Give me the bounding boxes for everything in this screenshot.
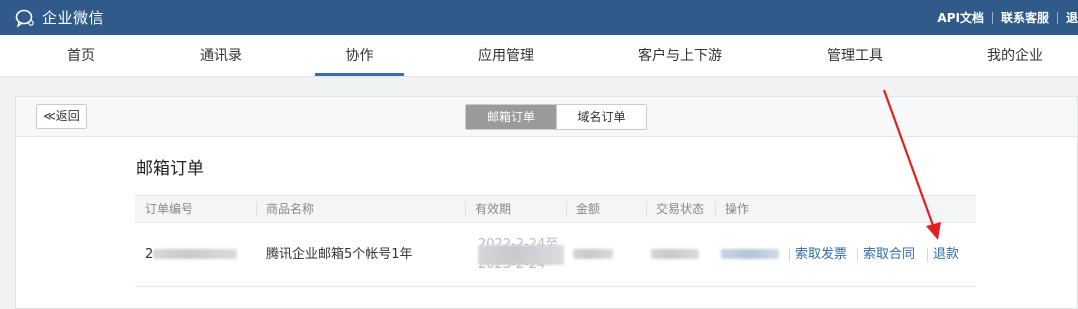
- order-type-switch: 邮箱订单 域名订单: [465, 104, 647, 130]
- divider: [857, 248, 858, 262]
- col-product-name: 商品名称: [266, 202, 315, 216]
- active-nav-indicator: [315, 73, 404, 76]
- nav-item-home[interactable]: 首页: [38, 35, 124, 77]
- logout-link[interactable]: 退: [1058, 9, 1078, 26]
- api-docs-link[interactable]: API文档: [929, 9, 992, 26]
- nav-item-contacts[interactable]: 通讯录: [176, 35, 266, 77]
- divider: [927, 248, 928, 262]
- tab-domain-orders[interactable]: 域名订单: [556, 105, 646, 129]
- content-panel: ≪返回 邮箱订单 域名订单 邮箱订单 订单编号 商品名称 有效期 金额 交易状态…: [15, 96, 1078, 309]
- table-row: 2 腾讯企业邮箱5个帐号1年 2022-2-24至2023-2-24 索取发票 …: [135, 223, 976, 287]
- divider: [256, 202, 257, 216]
- nav-item-customers[interactable]: 客户与上下游: [620, 35, 740, 77]
- page-title: 邮箱订单: [136, 159, 204, 179]
- brand[interactable]: 企业微信: [14, 0, 104, 35]
- divider: [566, 202, 567, 216]
- wecom-logo-icon: [15, 9, 34, 28]
- tab-mailbox-orders[interactable]: 邮箱订单: [466, 105, 556, 129]
- redacted-validity: [478, 245, 564, 265]
- redacted-amount: [573, 249, 613, 259]
- table-header: 订单编号 商品名称 有效期 金额 交易状态 操作: [135, 195, 976, 223]
- col-amount: 金额: [576, 202, 601, 216]
- refund-link[interactable]: 退款: [933, 223, 959, 287]
- top-links: API文档 联系客服 退: [929, 0, 1078, 35]
- redacted-order-id: [153, 249, 237, 259]
- request-invoice-link[interactable]: 索取发票: [795, 223, 847, 287]
- top-bar: 企业微信 API文档 联系客服 退: [0, 0, 1078, 35]
- redacted-status: [651, 249, 699, 259]
- panel-toolbar: ≪返回 邮箱订单 域名订单: [16, 97, 1077, 137]
- divider: [715, 202, 716, 216]
- col-actions: 操作: [725, 202, 750, 216]
- brand-name: 企业微信: [42, 9, 105, 27]
- main-nav: 首页 通讯录 协作 应用管理 客户与上下游 管理工具 我的企业: [0, 35, 1078, 77]
- product-name: 腾讯企业邮箱5个帐号1年: [266, 247, 413, 262]
- col-status: 交易状态: [656, 202, 705, 216]
- contact-support-link[interactable]: 联系客服: [993, 9, 1057, 26]
- nav-item-my-enterprise[interactable]: 我的企业: [970, 35, 1060, 77]
- orders-table: 订单编号 商品名称 有效期 金额 交易状态 操作 2 腾讯企业邮箱5个帐号1年 …: [135, 195, 976, 287]
- nav-item-collaboration[interactable]: 协作: [315, 35, 404, 77]
- nav-item-app-management[interactable]: 应用管理: [460, 35, 552, 77]
- col-validity: 有效期: [475, 202, 512, 216]
- divider: [646, 202, 647, 216]
- back-button[interactable]: ≪返回: [36, 104, 87, 129]
- divider: [465, 202, 466, 216]
- nav-item-management-tools[interactable]: 管理工具: [810, 35, 900, 77]
- col-order-id: 订单编号: [145, 202, 194, 216]
- divider: [789, 248, 790, 262]
- request-contract-link[interactable]: 索取合同: [863, 223, 915, 287]
- redacted-action-link[interactable]: [721, 249, 779, 259]
